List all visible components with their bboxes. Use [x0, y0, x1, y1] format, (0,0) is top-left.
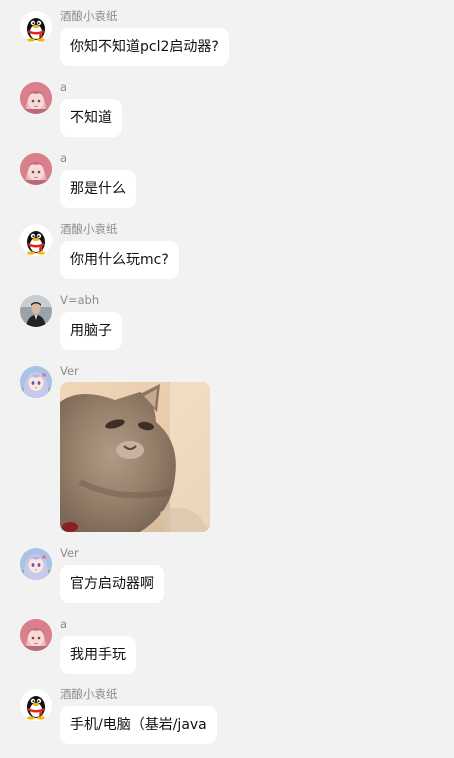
message-bubble[interactable]: 用脑子 — [60, 312, 122, 350]
person-photo-avatar[interactable] — [20, 295, 52, 327]
pink-hair-girl-avatar[interactable] — [20, 153, 52, 185]
message-bubble[interactable]: 那是什么 — [60, 170, 136, 208]
pink-hair-girl-avatar[interactable] — [20, 619, 52, 651]
sender-name: 酒酿小袁纸 — [60, 9, 118, 23]
sender-name: Ver — [60, 546, 79, 560]
qq-penguin-avatar[interactable] — [20, 224, 52, 256]
anime-girl-avatar[interactable] — [20, 548, 52, 580]
sender-name: a — [60, 151, 68, 165]
pink-hair-girl-avatar[interactable] — [20, 82, 52, 114]
message-bubble[interactable]: 官方启动器啊 — [60, 565, 164, 603]
sender-name: 酒酿小袁纸 — [60, 222, 118, 236]
sender-name: Ver — [60, 364, 79, 378]
sender-name: V=abh — [60, 293, 100, 307]
message-bubble[interactable]: 不知道 — [60, 99, 122, 137]
sender-name: 酒酿小袁纸 — [60, 687, 118, 701]
chat-message-list: 酒酿小袁纸 你知不知道pcl2启动器? a 不知道 a 那是什么 酒酿小袁纸 你… — [0, 0, 454, 758]
cat-gif-image[interactable] — [60, 382, 210, 532]
message-bubble[interactable]: 你用什么玩mc? — [60, 241, 179, 279]
anime-girl-avatar[interactable] — [20, 366, 52, 398]
sender-name: a — [60, 617, 68, 631]
message-bubble[interactable]: 手机/电脑（基岩/java — [60, 706, 217, 744]
qq-penguin-avatar[interactable] — [20, 689, 52, 721]
qq-penguin-avatar[interactable] — [20, 11, 52, 43]
message-bubble[interactable]: 我用手玩 — [60, 636, 136, 674]
sender-name: a — [60, 80, 68, 94]
message-bubble[interactable]: 你知不知道pcl2启动器? — [60, 28, 229, 66]
